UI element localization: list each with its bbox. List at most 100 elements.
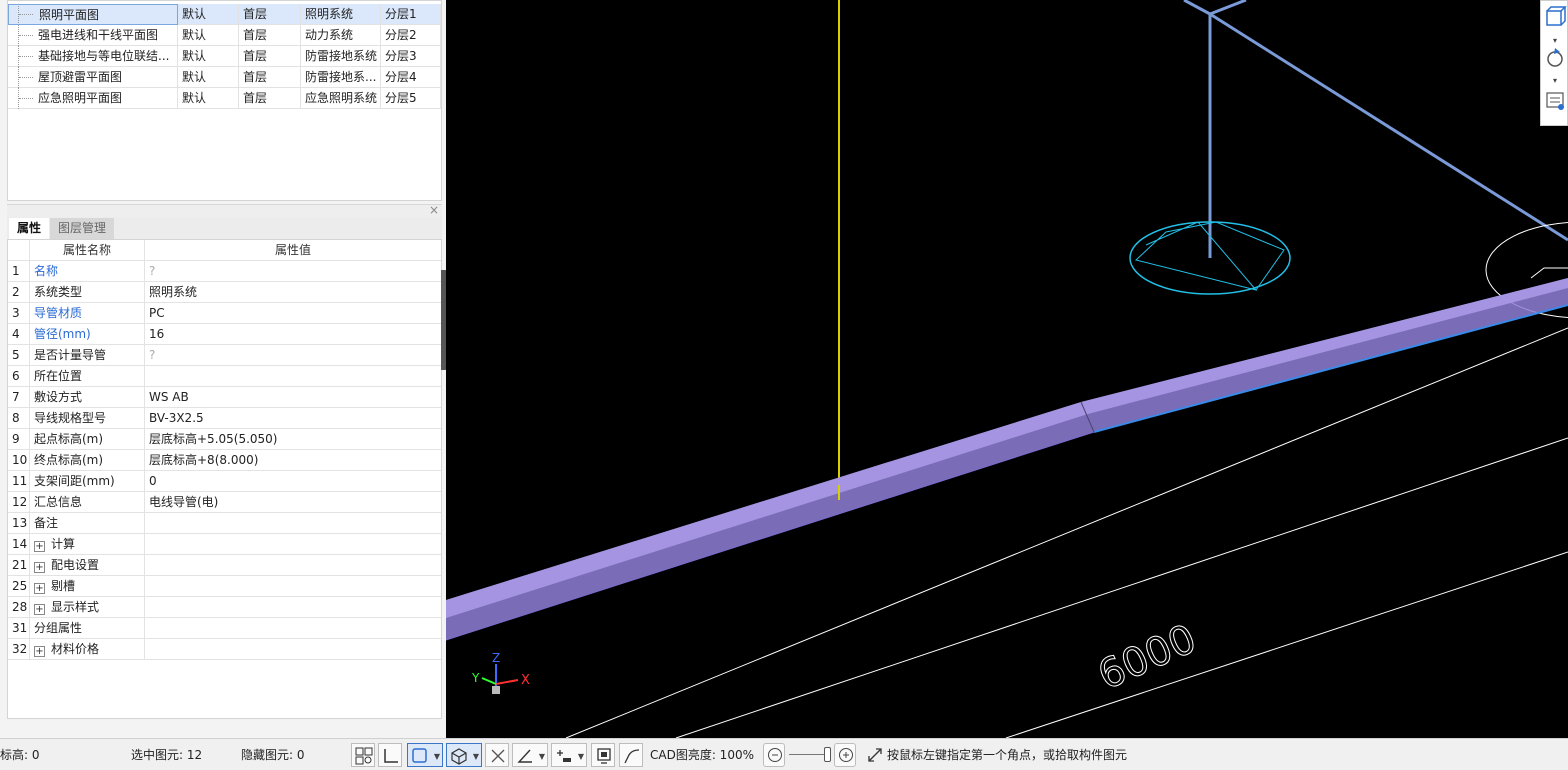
ortho-button[interactable]: [378, 743, 402, 767]
pipe-segment[interactable]: [1183, 0, 1211, 16]
layer-scheme-cell[interactable]: 默认: [178, 88, 239, 109]
property-row[interactable]: 13 备注: [8, 513, 441, 534]
layer-system-cell[interactable]: 应急照明系统: [301, 88, 381, 109]
layer-floor-cell[interactable]: 首层: [239, 46, 301, 67]
layer-system-cell[interactable]: 防雷接地系统: [301, 46, 381, 67]
layer-scheme-cell[interactable]: 默认: [178, 67, 239, 88]
layer-scheme-cell[interactable]: 默认: [178, 4, 239, 25]
tab-layer-manager[interactable]: 图层管理: [50, 218, 115, 239]
property-row[interactable]: 28 + 显示样式: [8, 597, 441, 618]
layer-group-cell[interactable]: 分层4: [381, 67, 441, 88]
property-value[interactable]: [145, 513, 441, 534]
view-cube-icon[interactable]: [1546, 6, 1567, 26]
property-row[interactable]: 7 敷设方式 WS AB: [8, 387, 441, 408]
layer-group-cell[interactable]: 分层3: [381, 46, 441, 67]
property-row[interactable]: 31 分组属性: [8, 618, 441, 639]
select-mode-dropdown[interactable]: ▼: [407, 743, 443, 767]
property-row[interactable]: 11 支架间距(mm) 0: [8, 471, 441, 492]
property-row[interactable]: 25 + 剔槽: [8, 576, 441, 597]
property-value[interactable]: 照明系统: [145, 282, 441, 303]
layer-table-row[interactable]: 强电进线和干线平面图 默认 首层 动力系统 分层2: [8, 25, 441, 46]
angle-snap-dropdown[interactable]: ▼: [512, 743, 548, 767]
view-mode-dropdown[interactable]: ▼: [446, 743, 482, 767]
property-value[interactable]: [145, 366, 441, 387]
rotate-icon[interactable]: [1547, 48, 1563, 67]
property-value[interactable]: WS AB: [145, 387, 441, 408]
layer-name-cell[interactable]: 照明平面图: [8, 4, 178, 25]
property-row[interactable]: 2 系统类型 照明系统: [8, 282, 441, 303]
property-value[interactable]: [145, 555, 441, 576]
layer-group-cell[interactable]: 分层5: [381, 88, 441, 109]
display-button[interactable]: [591, 743, 615, 767]
property-row[interactable]: 10 终点标高(m) 层底标高+8(8.000): [8, 450, 441, 471]
property-row[interactable]: 1 名称?: [8, 261, 441, 282]
layer-floor-cell[interactable]: 首层: [239, 25, 301, 46]
expand-plus-icon[interactable]: +: [34, 562, 45, 573]
chevron-down-icon[interactable]: ▾: [1553, 76, 1557, 85]
property-value[interactable]: 层底标高+8(8.000): [145, 450, 441, 471]
layer-scheme-cell[interactable]: 默认: [178, 46, 239, 67]
layer-group-cell[interactable]: 分层2: [381, 25, 441, 46]
property-name[interactable]: + 剔槽: [30, 576, 145, 597]
property-row[interactable]: 14 + 计算: [8, 534, 441, 555]
brightness-increase-button[interactable]: [834, 743, 856, 767]
close-icon[interactable]: ×: [429, 203, 439, 217]
property-value[interactable]: [145, 576, 441, 597]
property-value[interactable]: 0: [145, 471, 441, 492]
3d-viewport[interactable]: 6000 Z X Y ▾ ▾: [446, 0, 1568, 738]
layer-floor-cell[interactable]: 首层: [239, 88, 301, 109]
property-value[interactable]: 层底标高+5.05(5.050): [145, 429, 441, 450]
property-value[interactable]: PC: [145, 303, 441, 324]
property-row[interactable]: 5 是否计量导管?: [8, 345, 441, 366]
property-value[interactable]: BV-3X2.5: [145, 408, 441, 429]
layer-table-row[interactable]: 应急照明平面图 默认 首层 应急照明系统 分层5: [8, 88, 441, 109]
property-name[interactable]: + 配电设置: [30, 555, 145, 576]
layer-floor-cell[interactable]: 首层: [239, 4, 301, 25]
layer-floor-cell[interactable]: 首层: [239, 67, 301, 88]
property-value[interactable]: ?: [145, 345, 441, 366]
layer-name-cell[interactable]: 屋顶避雷平面图: [8, 67, 178, 88]
brightness-slider-thumb[interactable]: [824, 747, 831, 762]
layer-scheme-cell[interactable]: 默认: [178, 25, 239, 46]
layer-name-cell[interactable]: 应急照明平面图: [8, 88, 178, 109]
find-element-button[interactable]: [351, 743, 375, 767]
expand-plus-icon[interactable]: +: [34, 583, 45, 594]
property-value[interactable]: [145, 618, 441, 639]
expand-plus-icon[interactable]: +: [34, 541, 45, 552]
expand-plus-icon[interactable]: +: [34, 646, 45, 657]
offset-dropdown[interactable]: ▼: [551, 743, 587, 767]
property-row[interactable]: 3 导管材质 PC: [8, 303, 441, 324]
property-value[interactable]: 电线导管(电): [145, 492, 441, 513]
property-value[interactable]: ?: [145, 261, 441, 282]
property-name[interactable]: + 材料价格: [30, 639, 145, 660]
brightness-decrease-button[interactable]: [763, 743, 785, 767]
property-row[interactable]: 21 + 配电设置: [8, 555, 441, 576]
property-row[interactable]: 6 所在位置: [8, 366, 441, 387]
property-name[interactable]: + 计算: [30, 534, 145, 555]
property-row[interactable]: 12 汇总信息 电线导管(电): [8, 492, 441, 513]
cross-snap-button[interactable]: [485, 743, 509, 767]
layer-list-icon[interactable]: [1546, 92, 1564, 110]
pipe-segment[interactable]: [1209, 12, 1568, 242]
property-name[interactable]: + 显示样式: [30, 597, 145, 618]
property-value[interactable]: 16: [145, 324, 441, 345]
layer-name-cell[interactable]: 强电进线和干线平面图: [8, 25, 178, 46]
property-row[interactable]: 4 管径(mm) 16: [8, 324, 441, 345]
panel-splitter[interactable]: ×: [7, 203, 442, 217]
curve-button[interactable]: [619, 743, 643, 767]
property-value[interactable]: [145, 534, 441, 555]
property-row[interactable]: 8 导线规格型号 BV-3X2.5: [8, 408, 441, 429]
property-value[interactable]: [145, 639, 441, 660]
property-row[interactable]: 32 + 材料价格: [8, 639, 441, 660]
layer-group-cell[interactable]: 分层1: [381, 4, 441, 25]
pipe-segment[interactable]: [1209, 0, 1247, 16]
layer-table-row[interactable]: 屋顶避雷平面图 默认 首层 防雷接地系... 分层4: [8, 67, 441, 88]
property-row[interactable]: 9 起点标高(m) 层底标高+5.05(5.050): [8, 429, 441, 450]
layer-system-cell[interactable]: 动力系统: [301, 25, 381, 46]
layer-table-row[interactable]: 基础接地与等电位联结... 默认 首层 防雷接地系统 分层3: [8, 46, 441, 67]
expand-plus-icon[interactable]: +: [34, 604, 45, 615]
layer-name-cell[interactable]: 基础接地与等电位联结...: [8, 46, 178, 67]
chevron-down-icon[interactable]: ▾: [1553, 36, 1557, 45]
layer-system-cell[interactable]: 照明系统: [301, 4, 381, 25]
layer-system-cell[interactable]: 防雷接地系...: [301, 67, 381, 88]
